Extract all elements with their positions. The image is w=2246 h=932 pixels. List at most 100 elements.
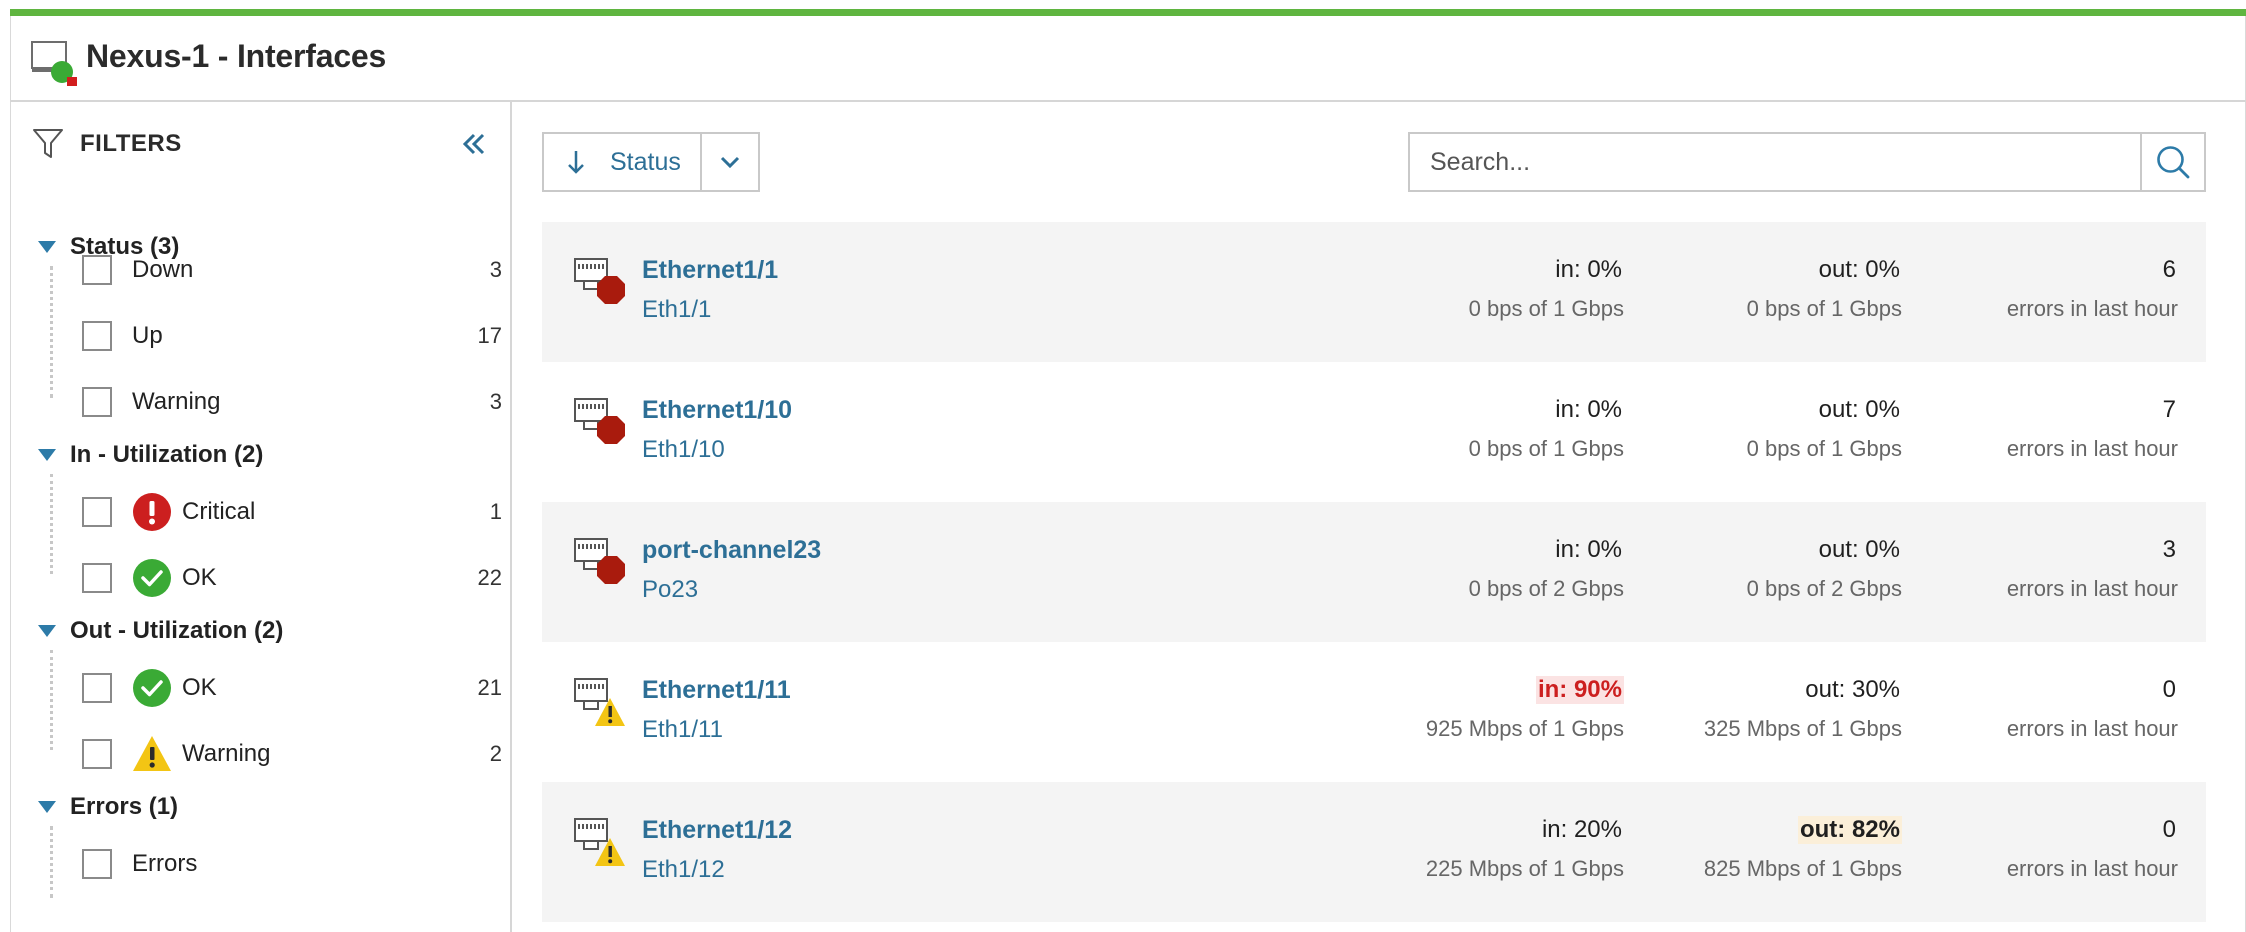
- error-count: 7 errors in last hour: [2007, 396, 2178, 462]
- title-bar: Nexus-1 - Interfaces: [10, 16, 2246, 102]
- checkbox[interactable]: [82, 255, 112, 285]
- in-percent-critical: in: 90%: [1535, 676, 1624, 704]
- port-down-icon: [574, 398, 625, 444]
- interface-short-name-link[interactable]: Eth1/11: [642, 716, 723, 744]
- checkbox[interactable]: [82, 321, 112, 351]
- critical-icon: [133, 493, 171, 531]
- page-title: Nexus-1 - Interfaces: [86, 38, 387, 74]
- ok-icon: [133, 669, 171, 707]
- sort-button[interactable]: Status: [544, 134, 702, 190]
- interface-row[interactable]: Ethernet1/11 Eth1/11 in: 90% 925 Mbps of…: [542, 642, 2206, 782]
- interface-name-link[interactable]: port-channel23: [642, 536, 821, 565]
- checkbox[interactable]: [82, 739, 112, 769]
- out-detail: 325 Mbps of 1 Gbps: [1703, 716, 1902, 741]
- interfaces-page: Nexus-1 - Interfaces FILTERS Status (3) …: [0, 0, 2246, 932]
- errors-value: 0: [2162, 676, 2176, 703]
- errors-label: errors in last hour: [2006, 716, 2178, 741]
- filter-count: 22: [477, 565, 502, 590]
- interface-short-name-link[interactable]: Eth1/12: [642, 856, 725, 884]
- filter-in-critical[interactable]: Critical 1: [82, 492, 502, 532]
- interface-row[interactable]: Ethernet1/10 Eth1/10 in: 0% 0 bps of 1 G…: [542, 362, 2206, 502]
- expand-triangle-icon: [38, 241, 56, 253]
- interface-name-link[interactable]: Ethernet1/11: [642, 676, 791, 705]
- ok-icon: [133, 559, 171, 597]
- out-percent: out: 0%: [1818, 396, 1900, 423]
- checkbox[interactable]: [82, 849, 112, 879]
- expand-triangle-icon: [38, 801, 56, 813]
- checkbox[interactable]: [82, 387, 112, 417]
- filter-group-out-utilization[interactable]: Out - Utilization (2): [38, 614, 283, 648]
- interface-short-name-link[interactable]: Eth1/1: [642, 296, 711, 324]
- group-tree-line: [50, 266, 53, 398]
- filters-header: FILTERS: [32, 124, 182, 164]
- interface-short-name-link[interactable]: Po23: [642, 576, 698, 604]
- filters-label: FILTERS: [80, 130, 182, 157]
- filter-group-title: In - Utilization (2): [70, 441, 264, 468]
- sort-dropdown-button[interactable]: [702, 134, 758, 190]
- warning-icon: [133, 736, 171, 771]
- out-utilization: out: 82% 825 Mbps of 1 Gbps: [1704, 816, 1902, 882]
- filter-status-warning[interactable]: Warning 3: [82, 382, 502, 422]
- filter-in-ok[interactable]: OK 22: [82, 558, 502, 598]
- out-utilization: out: 0% 0 bps of 1 Gbps: [1747, 256, 1902, 322]
- in-detail: 225 Mbps of 1 Gbps: [1425, 856, 1624, 881]
- checkbox[interactable]: [82, 497, 112, 527]
- errors-value: 6: [2162, 256, 2176, 283]
- interface-list: Ethernet1/1 Eth1/1 in: 0% 0 bps of 1 Gbp…: [542, 222, 2206, 922]
- interface-row[interactable]: port-channel23 Po23 in: 0% 0 bps of 2 Gb…: [542, 502, 2206, 642]
- filter-group-in-utilization[interactable]: In - Utilization (2): [38, 438, 263, 472]
- error-count: 0 errors in last hour: [2007, 816, 2178, 882]
- out-detail: 0 bps of 1 Gbps: [1746, 436, 1902, 461]
- errors-label: errors in last hour: [2006, 436, 2178, 461]
- filter-label: Warning: [132, 388, 221, 415]
- filter-errors[interactable]: Errors: [82, 844, 502, 884]
- errors-value: 7: [2162, 396, 2176, 423]
- errors-label: errors in last hour: [2006, 576, 2178, 601]
- search-icon: [2157, 146, 2190, 179]
- group-tree-line: [50, 474, 53, 574]
- filters-sidebar: FILTERS Status (3) Down 3 Up 17 Warning …: [10, 102, 512, 932]
- filter-count: 3: [489, 389, 502, 414]
- out-percent-warning: out: 82%: [1797, 816, 1902, 844]
- filter-out-ok[interactable]: OK 21: [82, 668, 502, 708]
- filter-count: 2: [489, 741, 502, 766]
- interface-name-link[interactable]: Ethernet1/1: [642, 256, 778, 285]
- filter-status-up[interactable]: Up 17: [82, 316, 502, 356]
- collapse-filters-icon[interactable]: [452, 124, 492, 164]
- filter-count: 17: [477, 323, 502, 348]
- error-count: 0 errors in last hour: [2007, 676, 2178, 742]
- filter-out-warning[interactable]: Warning 2: [82, 734, 502, 774]
- out-utilization: out: 0% 0 bps of 2 Gbps: [1747, 536, 1902, 602]
- in-percent: in: 0%: [1555, 256, 1622, 283]
- sort-control: Status: [542, 132, 760, 192]
- checkbox[interactable]: [82, 563, 112, 593]
- interface-name-link[interactable]: Ethernet1/10: [642, 396, 792, 425]
- checkbox[interactable]: [82, 673, 112, 703]
- in-utilization: in: 90% 925 Mbps of 1 Gbps: [1426, 676, 1624, 742]
- interface-name-link[interactable]: Ethernet1/12: [642, 816, 792, 845]
- filter-label: Down: [132, 256, 194, 283]
- out-percent: out: 0%: [1818, 536, 1900, 563]
- filter-label: Critical: [182, 498, 256, 525]
- in-utilization: in: 0% 0 bps of 1 Gbps: [1469, 396, 1624, 462]
- filter-count: 1: [489, 499, 502, 524]
- sort-label: Status: [610, 147, 681, 176]
- interface-row[interactable]: Ethernet1/1 Eth1/1 in: 0% 0 bps of 1 Gbp…: [542, 222, 2206, 362]
- group-tree-line: [50, 826, 53, 898]
- filter-group-errors[interactable]: Errors (1): [38, 790, 178, 824]
- errors-label: errors in last hour: [2006, 856, 2178, 881]
- search-input[interactable]: [1410, 134, 2140, 190]
- search-box: [1408, 132, 2206, 192]
- errors-value: 3: [2162, 536, 2176, 563]
- interface-short-name-link[interactable]: Eth1/10: [642, 436, 725, 464]
- out-detail: 0 bps of 2 Gbps: [1746, 576, 1902, 601]
- status-accent-bar: [10, 9, 2246, 16]
- port-down-icon: [574, 258, 625, 304]
- in-detail: 0 bps of 1 Gbps: [1468, 436, 1624, 461]
- filter-count: 3: [489, 257, 502, 282]
- search-button[interactable]: [2140, 134, 2204, 190]
- in-percent: in: 20%: [1541, 816, 1622, 843]
- filter-status-down[interactable]: Down 3: [82, 250, 502, 290]
- filter-group-title: Errors (1): [70, 793, 179, 820]
- interface-row[interactable]: Ethernet1/12 Eth1/12 in: 20% 225 Mbps of…: [542, 782, 2206, 922]
